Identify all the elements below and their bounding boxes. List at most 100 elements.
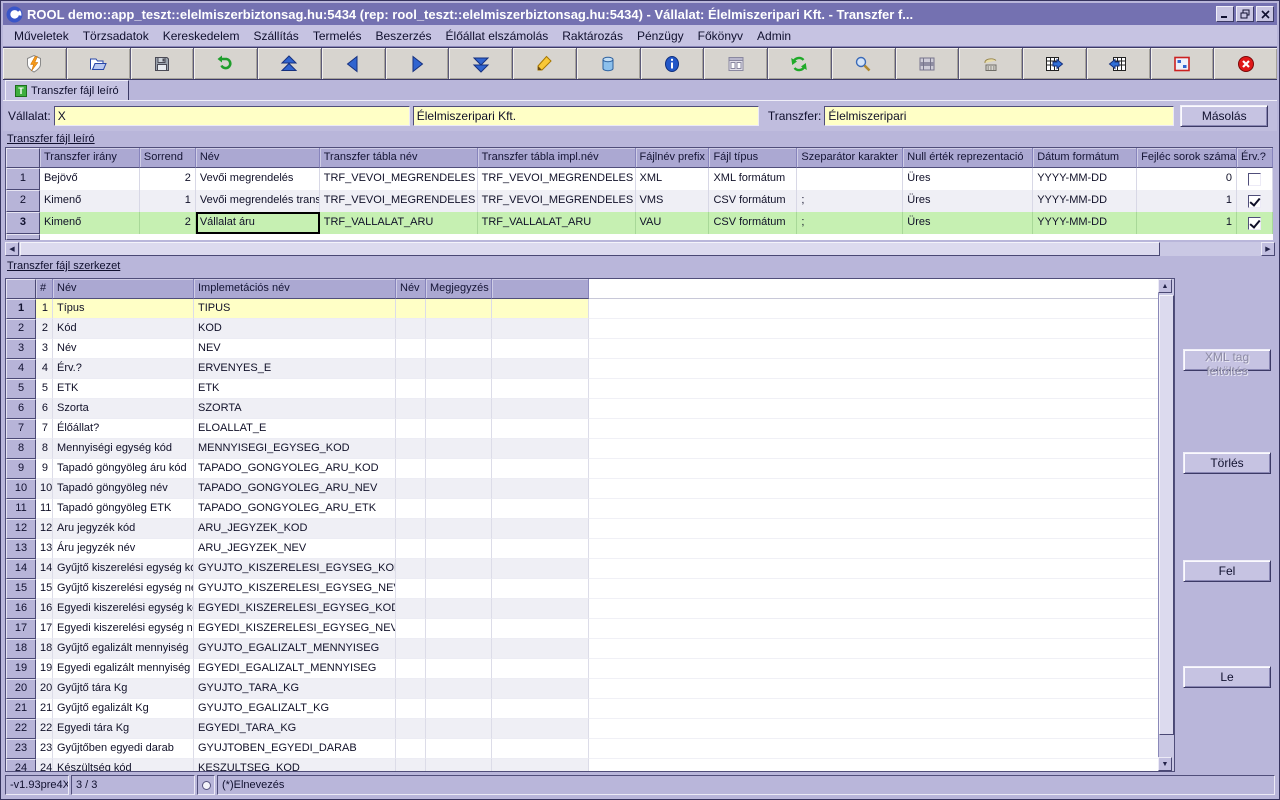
row-number-button[interactable]: 21 (6, 699, 36, 719)
cell-irany[interactable]: Kimenő (40, 212, 140, 234)
cell-index[interactable]: 5 (36, 379, 53, 399)
cell-impl[interactable]: KOD (194, 319, 396, 339)
window-view-button[interactable] (1151, 48, 1215, 79)
structure-row[interactable]: 1414Gyűjtő kiszerelési egység kódGYUJTO_… (6, 559, 1174, 579)
scroll-left-button[interactable]: ◀ (5, 242, 19, 256)
menu-item-p-nz-gy[interactable]: Pénzügy (630, 27, 691, 45)
cell-tabla[interactable]: TRF_VALLALAT_ARU (320, 212, 478, 234)
import-table-button[interactable] (1087, 48, 1151, 79)
cell-index[interactable]: 18 (36, 639, 53, 659)
cell-tipus[interactable]: XML formátum (709, 168, 797, 190)
save-button[interactable] (131, 48, 195, 79)
structure-row[interactable]: 2222Egyedi tára KgEGYEDI_TARA_KG (6, 719, 1174, 739)
row-number-button[interactable]: 1 (6, 299, 36, 319)
info-button[interactable] (641, 48, 705, 79)
cell-tipus[interactable]: CSV formátum (709, 212, 797, 234)
cell-nev2[interactable] (396, 359, 426, 379)
cell-nev[interactable]: Gyűjtő kiszerelési egység név (53, 579, 194, 599)
cell-impl[interactable]: ERVENYES_E (194, 359, 396, 379)
cell-nev2[interactable] (396, 599, 426, 619)
cell-nev2[interactable] (396, 559, 426, 579)
cell-impl[interactable]: GYUJTO_TARA_KG (194, 679, 396, 699)
cell-impl[interactable]: SZORTA (194, 399, 396, 419)
cell-megjegyzes[interactable] (426, 739, 492, 759)
cell-nev2[interactable] (396, 699, 426, 719)
cell-nev2[interactable] (396, 539, 426, 559)
structure-row[interactable]: 2020Gyűjtő tára KgGYUJTO_TARA_KG (6, 679, 1174, 699)
cell-impl[interactable]: MENNYISEGI_EGYSEG_KOD (194, 439, 396, 459)
menu-item-rakt-roz-s[interactable]: Raktározás (555, 27, 630, 45)
structure-row[interactable]: 11TípusTIPUS (6, 299, 1174, 319)
cell-nev[interactable]: Név (53, 339, 194, 359)
row-number-button[interactable]: 3 (6, 212, 40, 234)
cell-nev2[interactable] (396, 679, 426, 699)
cell-impl[interactable]: TRF_VALLALAT_ARU (478, 212, 636, 234)
cell-nev[interactable]: Áru jegyzék név (53, 539, 194, 559)
vallalat-code-input[interactable] (54, 106, 410, 126)
row-number-button[interactable]: 2 (6, 319, 36, 339)
cell-index[interactable]: 2 (36, 319, 53, 339)
cell-impl[interactable]: EGYEDI_EGALIZALT_MENNYISEG (194, 659, 396, 679)
cell-index[interactable]: 13 (36, 539, 53, 559)
cell-nev2[interactable] (396, 639, 426, 659)
cell-index[interactable]: 11 (36, 499, 53, 519)
cell-nev2[interactable] (396, 659, 426, 679)
cell-nev[interactable]: Készültség kód (53, 759, 194, 772)
row-number-button[interactable]: 10 (6, 479, 36, 499)
previous-record-button[interactable] (322, 48, 386, 79)
cell-nev2[interactable] (396, 299, 426, 319)
structure-row[interactable]: 1010Tapadó göngyöleg névTAPADO_GONGYOLEG… (6, 479, 1174, 499)
cell-index[interactable]: 9 (36, 459, 53, 479)
cell-index[interactable]: 7 (36, 419, 53, 439)
cell-nev[interactable]: Vevői megrendelés (196, 168, 320, 190)
row-number-button[interactable]: 3 (6, 339, 36, 359)
cell-impl[interactable]: GYUJTO_EGALIZALT_MENNYISEG (194, 639, 396, 659)
cell-prefix[interactable]: VMS (636, 190, 710, 212)
cell-megjegyzes[interactable] (426, 499, 492, 519)
database-button[interactable] (577, 48, 641, 79)
cell-nev2[interactable] (396, 519, 426, 539)
cell-nev[interactable]: Egyedi kiszerelési egység kód (53, 599, 194, 619)
scroll-down-button[interactable]: ▼ (1158, 757, 1172, 771)
transzfer-input[interactable] (824, 106, 1174, 126)
menu-item-beszerz-s[interactable]: Beszerzés (369, 27, 439, 45)
structure-row[interactable]: 44Érv.?ERVENYES_E (6, 359, 1174, 379)
cell-nev2[interactable] (396, 759, 426, 772)
cell-nev2[interactable] (396, 579, 426, 599)
cell-nev[interactable]: Típus (53, 299, 194, 319)
cell-nev2[interactable] (396, 499, 426, 519)
row-number-button[interactable]: 22 (6, 719, 36, 739)
connect-button[interactable] (3, 48, 67, 79)
cell-nev[interactable]: Vevői megrendelés transzfer (196, 190, 320, 212)
cell-index[interactable]: 24 (36, 759, 53, 772)
row-number-button[interactable]: 19 (6, 659, 36, 679)
cell-megjegyzes[interactable] (426, 639, 492, 659)
cell-index[interactable]: 17 (36, 619, 53, 639)
cell-index[interactable]: 14 (36, 559, 53, 579)
structure-row[interactable]: 1212Aru jegyzék kódARU_JEGYZEK_KOD (6, 519, 1174, 539)
cell-impl[interactable]: TAPADO_GONGYOLEG_ARU_KOD (194, 459, 396, 479)
cell-nev[interactable]: Vállalat áru (196, 212, 320, 234)
cell-index[interactable]: 1 (36, 299, 53, 319)
cell-megjegyzes[interactable] (426, 479, 492, 499)
structure-row[interactable]: 1919Egyedi egalizált mennyiségEGYEDI_EGA… (6, 659, 1174, 679)
close-button[interactable] (1256, 6, 1274, 22)
search-button[interactable] (832, 48, 896, 79)
structure-row[interactable]: 22KódKOD (6, 319, 1174, 339)
cell-szeparator[interactable]: ; (797, 212, 903, 234)
cell-megjegyzes[interactable] (426, 719, 492, 739)
cell-impl[interactable]: EGYEDI_KISZERELESI_EGYSEG_KOD (194, 599, 396, 619)
cell-impl[interactable]: TAPADO_GONGYOLEG_ARU_ETK (194, 499, 396, 519)
cell-nev[interactable]: Gyűjtő kiszerelési egység kód (53, 559, 194, 579)
structure-row[interactable]: 66SzortaSZORTA (6, 399, 1174, 419)
row-number-button[interactable]: 17 (6, 619, 36, 639)
cell-impl[interactable]: ARU_JEGYZEK_NEV (194, 539, 396, 559)
structure-row[interactable]: 2121Gyűjtő egalizált KgGYUJTO_EGALIZALT_… (6, 699, 1174, 719)
cell-nev[interactable]: Egyedi tára Kg (53, 719, 194, 739)
tab-transzfer-fajl-leiro[interactable]: T Transzfer fájl leíró (5, 80, 129, 100)
row-number-button[interactable]: 14 (6, 559, 36, 579)
horizontal-scrollbar[interactable]: ◀ ▶ (5, 242, 1275, 256)
cell-megjegyzes[interactable] (426, 299, 492, 319)
cell-megjegyzes[interactable] (426, 759, 492, 772)
descriptor-row[interactable]: 1Bejövő2Vevői megrendelésTRF_VEVOI_MEGRE… (6, 168, 1273, 190)
